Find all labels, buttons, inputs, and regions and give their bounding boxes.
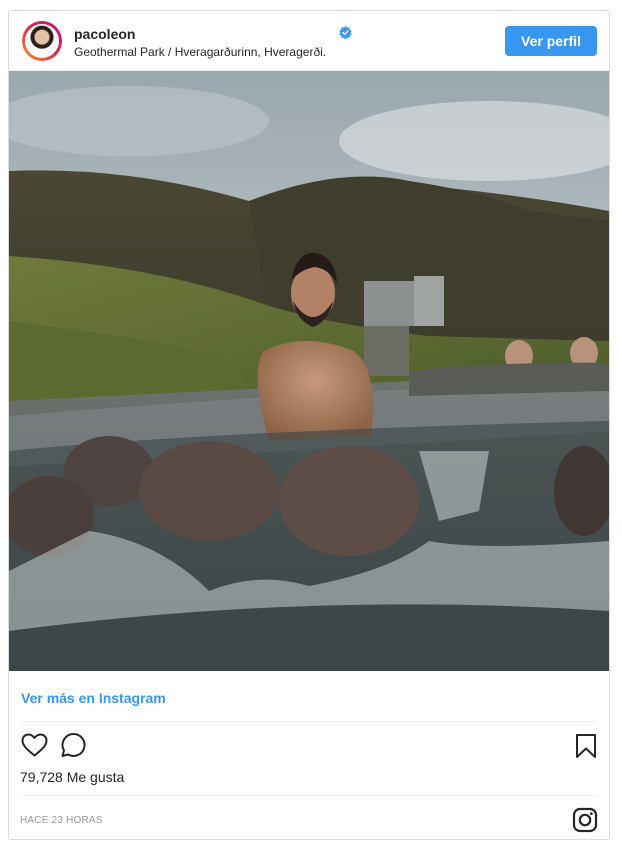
username[interactable]: pacoleon (74, 26, 135, 42)
bookmark-icon[interactable] (575, 733, 597, 759)
heart-icon[interactable] (21, 733, 48, 757)
verified-badge-icon (339, 26, 352, 39)
instagram-logo-icon[interactable] (572, 807, 598, 833)
post-header: pacoleon Geothermal Park / Hveragarðurin… (9, 11, 609, 71)
view-profile-button[interactable]: Ver perfil (505, 26, 597, 56)
post-image[interactable] (9, 71, 609, 671)
likes-count[interactable]: 79,728 Me gusta (20, 769, 124, 785)
comment-icon[interactable] (60, 732, 86, 758)
divider (21, 795, 597, 796)
location-link[interactable]: Geothermal Park / Hveragarðurinn, Hverag… (74, 45, 326, 59)
avatar[interactable] (22, 21, 62, 61)
instagram-embed-card: pacoleon Geothermal Park / Hveragarðurin… (8, 10, 610, 840)
view-more-on-instagram-link[interactable]: Ver más en Instagram (21, 690, 166, 706)
post-timestamp: HACE 23 HORAS (20, 815, 103, 826)
divider (21, 721, 597, 722)
avatar-image (25, 24, 59, 58)
